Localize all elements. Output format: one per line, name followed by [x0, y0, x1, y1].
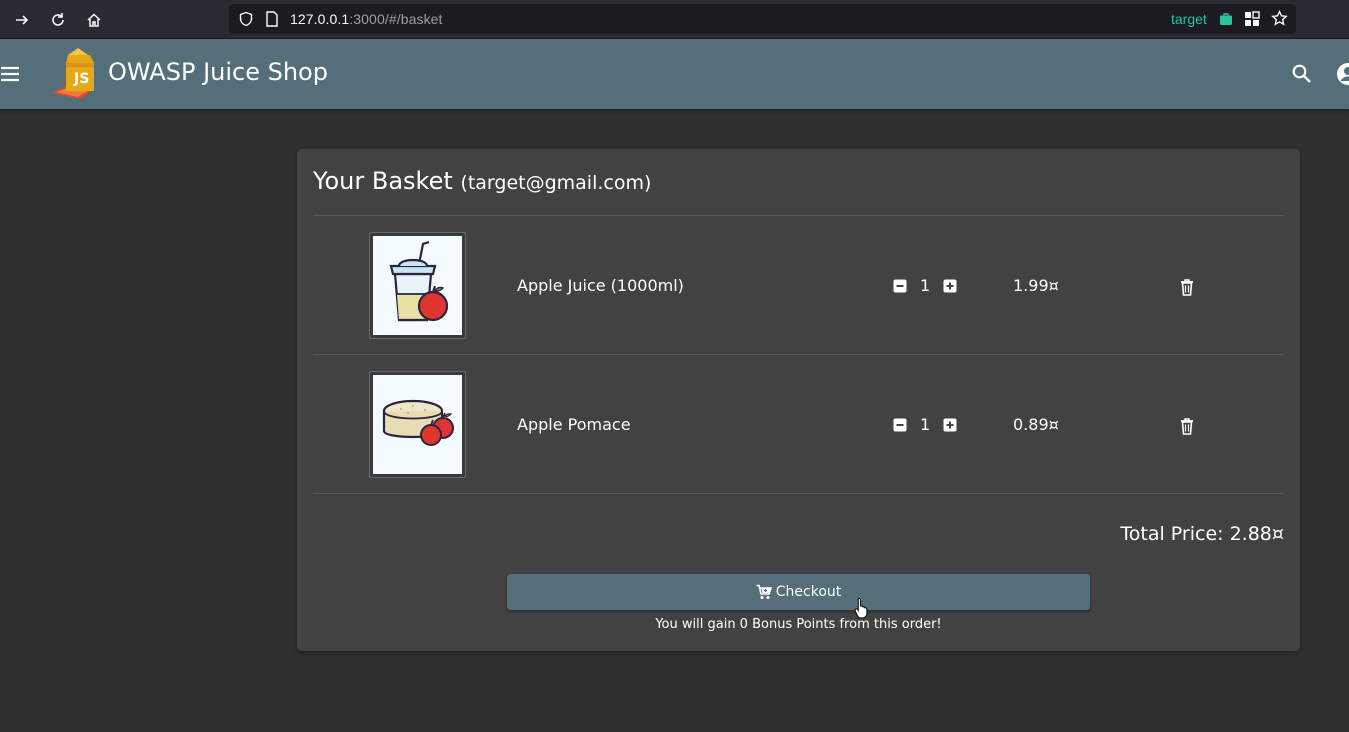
browser-toolbar: 127.0.0.1:3000/#/basket target [0, 0, 1349, 39]
app-title[interactable]: OWASP Juice Shop [108, 58, 328, 86]
basket-row: Apple Pomace 1 0.89¤ [313, 355, 1284, 493]
extension-grid-icon[interactable] [1244, 11, 1260, 27]
url-text[interactable]: 127.0.0.1:3000/#/basket [290, 11, 443, 27]
item-price: 1.99¤ [1013, 276, 1059, 295]
increase-quantity-button[interactable] [943, 279, 957, 293]
shield-icon[interactable] [238, 11, 254, 27]
bookmark-star-icon[interactable] [1271, 10, 1288, 27]
product-image-apple-juice [369, 232, 466, 339]
hand-cursor-icon [854, 597, 868, 619]
url-path: :3000/#/basket [349, 11, 443, 27]
svg-text:JS: JS [73, 71, 89, 87]
basket-row: Apple Juice (1000ml) 1 1.99¤ [313, 216, 1284, 354]
delete-trash-icon[interactable] [1179, 278, 1195, 296]
item-name: Apple Juice (1000ml) [517, 276, 684, 295]
increase-quantity-button[interactable] [943, 418, 957, 432]
basket-card: Your Basket (target@gmail.com) Apple Jui… [297, 149, 1300, 651]
basket-title: Your Basket (target@gmail.com) [313, 167, 651, 195]
divider [313, 493, 1284, 494]
cart-icon [756, 584, 772, 599]
basket-email: (target@gmail.com) [460, 172, 652, 194]
item-name: Apple Pomace [517, 415, 631, 434]
checkout-button[interactable]: Checkout [507, 574, 1090, 610]
menu-icon[interactable] [0, 63, 22, 85]
item-price: 0.89¤ [1013, 415, 1059, 434]
address-bar[interactable]: 127.0.0.1:3000/#/basket target [229, 4, 1296, 34]
forward-icon[interactable] [10, 8, 34, 32]
bonus-points-text: You will gain 0 Bonus Points from this o… [655, 617, 942, 632]
basket-heading: Your Basket [313, 167, 453, 195]
briefcase-icon[interactable] [1219, 12, 1233, 26]
juice-shop-logo[interactable]: JS [50, 45, 102, 101]
product-image-apple-pomace [369, 371, 466, 478]
home-icon[interactable] [82, 8, 106, 32]
decrease-quantity-button[interactable] [893, 279, 907, 293]
item-quantity: 1 [920, 415, 931, 434]
checkout-label: Checkout [775, 584, 842, 600]
container-label[interactable]: target [1171, 11, 1207, 27]
reload-icon[interactable] [46, 8, 70, 32]
url-host: 127.0.0.1 [290, 11, 350, 27]
page-icon[interactable] [265, 11, 279, 27]
delete-trash-icon[interactable] [1179, 417, 1195, 435]
app-toolbar: JS OWASP Juice Shop [0, 39, 1349, 109]
total-price: Total Price: 2.88¤ [1120, 523, 1284, 545]
item-quantity: 1 [920, 276, 931, 295]
search-icon[interactable] [1291, 63, 1313, 85]
decrease-quantity-button[interactable] [893, 418, 907, 432]
account-icon[interactable] [1336, 62, 1349, 86]
